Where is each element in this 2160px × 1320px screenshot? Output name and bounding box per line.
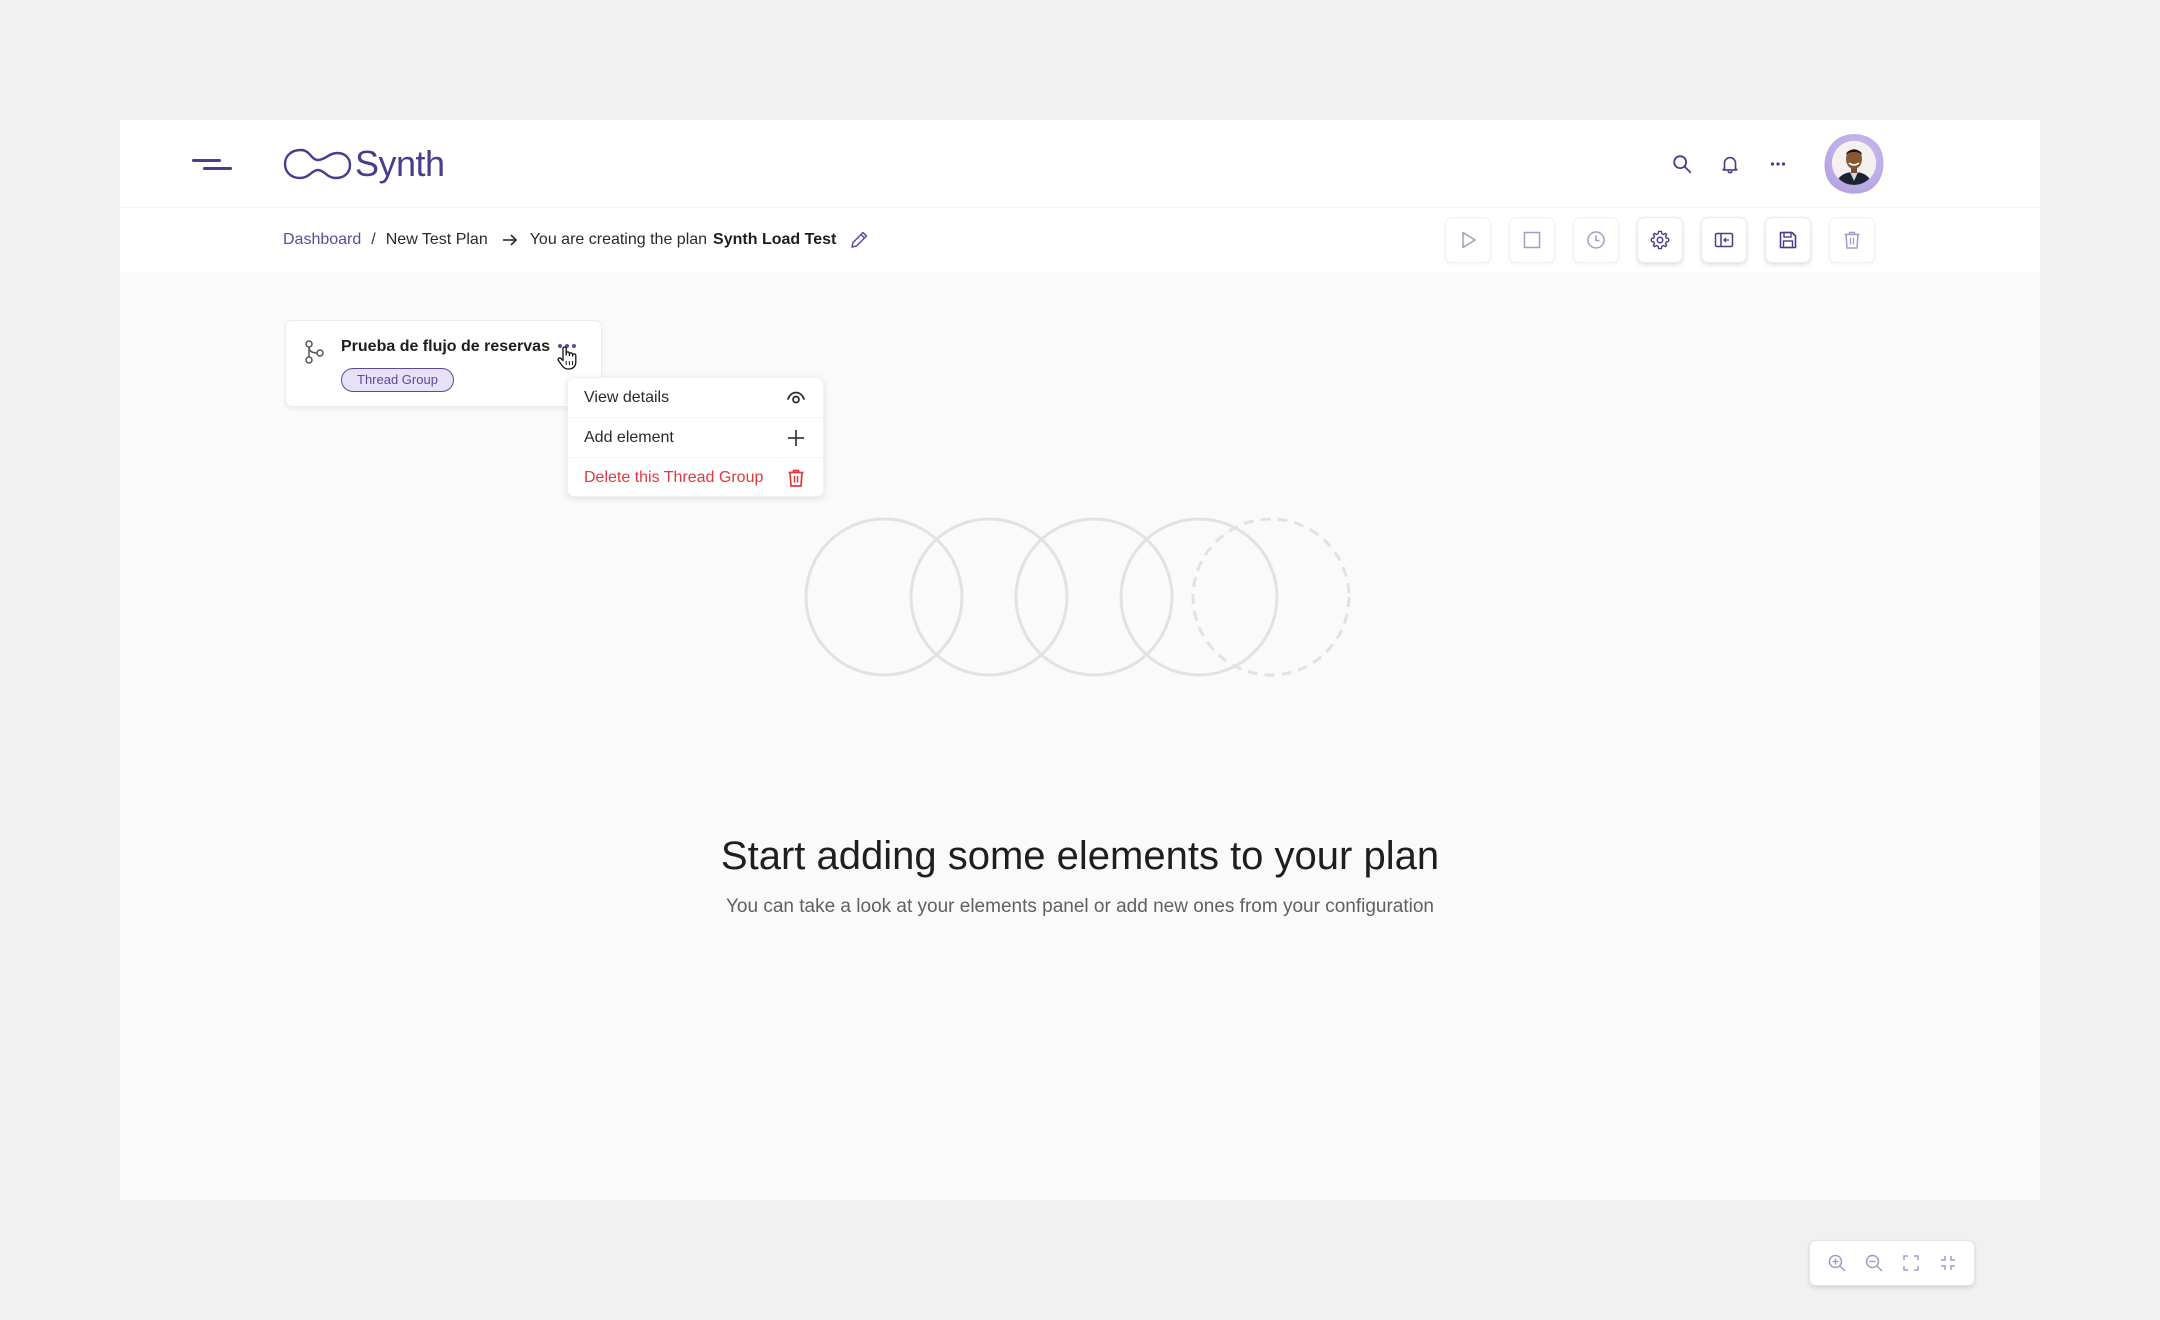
hamburger-icon-line [203,167,232,170]
stop-icon [1523,231,1541,249]
menu-item-view-details[interactable]: View details [568,378,823,418]
creating-plan-text: You are creating the plan [529,231,708,248]
menu-item-label: Delete this Thread Group [584,469,764,486]
more-dot-icon [565,344,569,348]
more-options-button[interactable] [1754,140,1802,188]
illustration-dashed-circle [1191,517,1351,677]
delete-plan-button[interactable] [1829,217,1875,263]
bell-icon [1722,156,1738,174]
plan-canvas[interactable]: Prueba de flujo de reservas Thread Group… [120,272,2040,1286]
trash-icon [788,469,804,487]
breadcrumb-dashboard[interactable]: Dashboard [283,231,361,249]
save-icon [1779,231,1797,249]
empty-state-illustration [804,517,1351,677]
search-button[interactable] [1658,140,1706,188]
save-button[interactable] [1765,217,1811,263]
more-horizontal-icon [1770,162,1786,166]
illustration-circle [909,517,1069,677]
zoom-out-button[interactable] [1858,1247,1890,1279]
menu-item-add-element[interactable]: Add element [568,418,823,458]
gear-icon [1650,230,1670,250]
zoom-in-icon [1828,1254,1846,1272]
illustration-circle [1014,517,1174,677]
schedule-button[interactable] [1573,217,1619,263]
node-more-button[interactable] [555,337,579,355]
node-type-badge: Thread Group [341,368,454,392]
breadcrumb-new-test-plan: New Test Plan [385,231,488,248]
illustration-circle [1119,517,1279,677]
play-icon [1462,231,1476,249]
branch-icon [305,340,324,364]
edit-plan-name-button[interactable] [848,229,870,251]
trash-icon [1844,231,1860,249]
search-icon [1673,155,1692,174]
menu-item-delete-thread-group[interactable]: Delete this Thread Group [568,458,823,498]
clock-icon [1587,231,1605,249]
menu-item-label: View details [584,388,670,406]
node-context-menu: View details Add element Delete this Thr… [567,377,824,497]
menu-item-label: Add element [584,428,674,446]
toggle-panel-button[interactable] [1701,217,1747,263]
illustration-circle [804,517,964,677]
menu-button[interactable] [190,150,234,178]
fit-screen-button[interactable] [1895,1247,1927,1279]
zoom-in-button[interactable] [1821,1247,1853,1279]
breadcrumb: Dashboard / New Test Plan You are creati… [283,208,870,272]
avatar [1832,141,1876,185]
plan-toolbar [1445,217,1875,263]
breadcrumb-bar: Dashboard / New Test Plan You are creati… [120,208,2040,272]
top-header: Synth [120,120,2040,208]
user-avatar-button[interactable] [1817,127,1891,201]
logo-text: Synth [355,143,445,184]
more-dot-icon [572,344,576,348]
arrow-right-icon [500,230,520,250]
notifications-button[interactable] [1706,140,1754,188]
hamburger-icon [192,159,221,162]
run-button[interactable] [1445,217,1491,263]
exit-fit-button[interactable] [1932,1247,1964,1279]
stop-button[interactable] [1509,217,1555,263]
plan-name: Synth Load Test [713,231,837,248]
synth-logo-icon [283,148,352,180]
thread-group-node[interactable]: Prueba de flujo de reservas Thread Group [285,320,602,407]
zoom-out-icon [1865,1254,1883,1272]
expand-icon [1902,1255,1919,1271]
more-dot-icon [558,344,562,348]
empty-state-subtitle: You can take a look at your elements pan… [725,896,1434,917]
breadcrumb-separator: / [371,231,376,248]
settings-button[interactable] [1637,217,1683,263]
plus-icon [788,429,804,446]
logo[interactable]: Synth [283,142,445,186]
panel-collapse-icon [1714,232,1734,248]
collapse-icon [1940,1256,1955,1270]
header-actions [1658,127,1891,201]
avatar-photo-icon [1832,141,1876,185]
zoom-controls [1809,1240,1975,1286]
node-title: Prueba de flujo de reservas [341,338,550,355]
eye-icon [787,391,805,403]
empty-state-title: Start adding some elements to your plan [720,834,1440,878]
app-window: Synth Dashboard / New Test Plan You are … [120,120,2040,1286]
pencil-icon [851,231,868,248]
